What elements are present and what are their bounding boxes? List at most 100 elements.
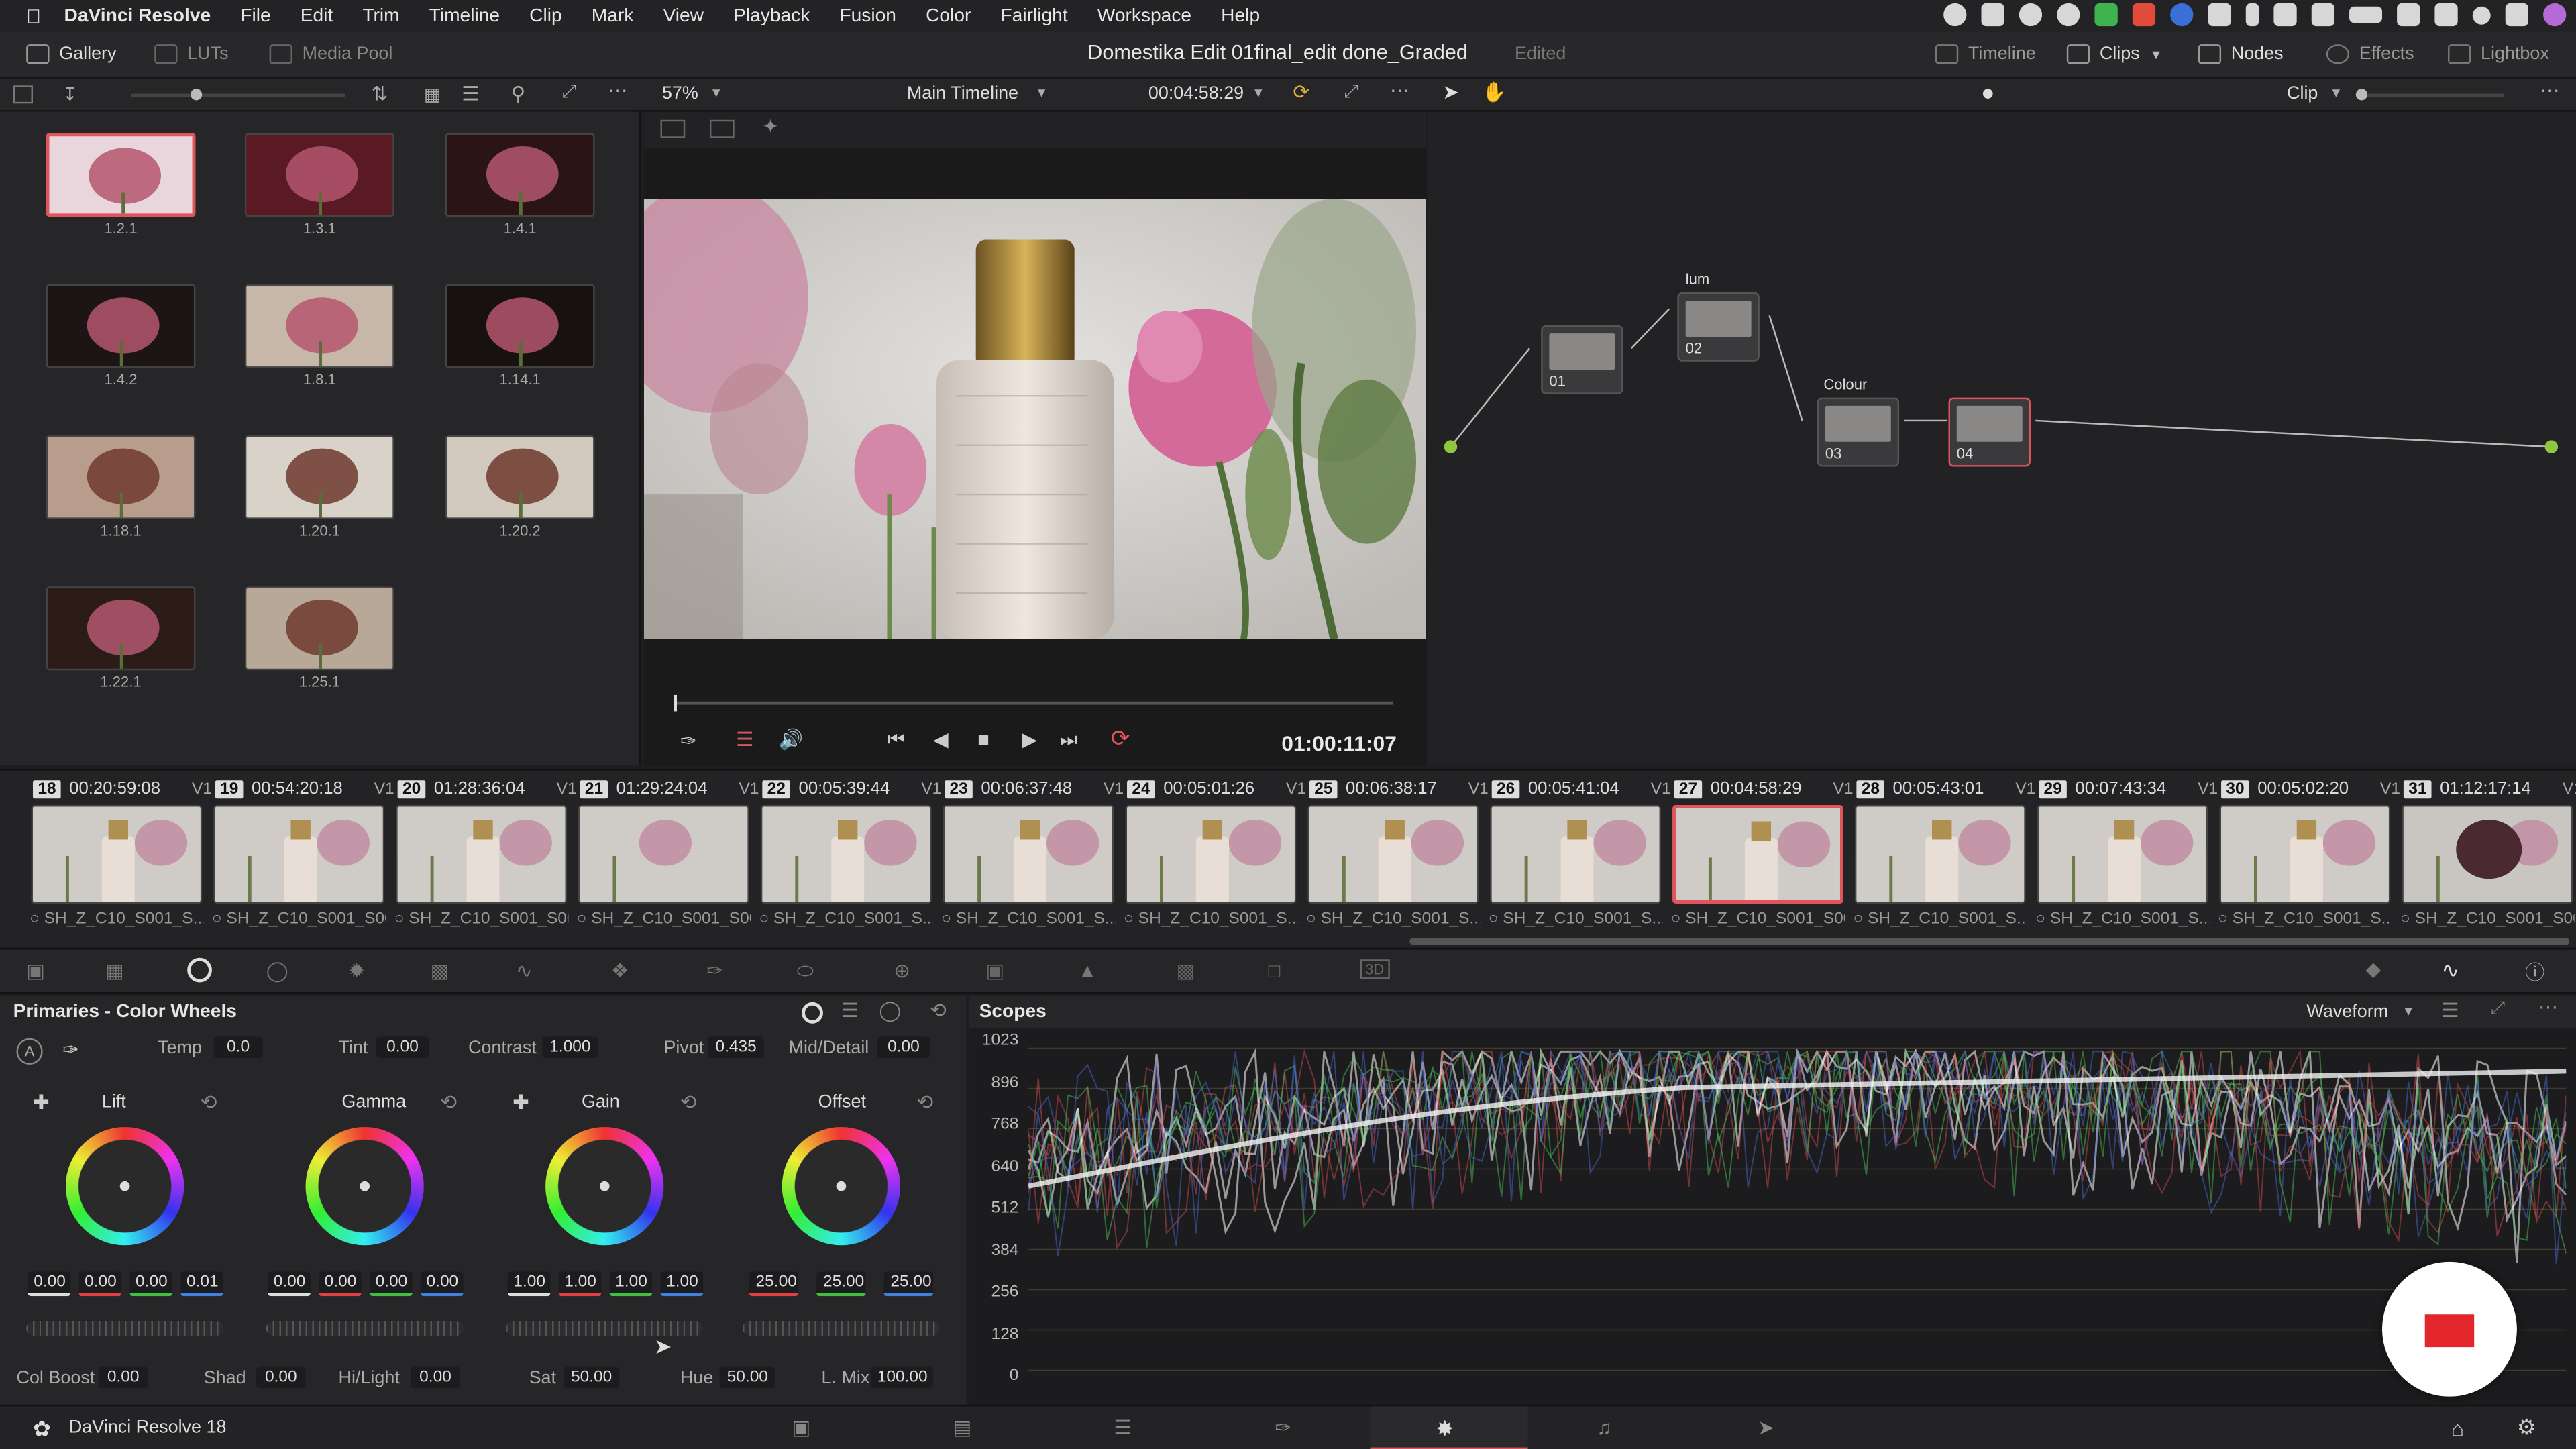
wheel-reset-icon[interactable]: ⟲ <box>201 1091 217 1114</box>
app-d-icon[interactable] <box>2094 3 2118 27</box>
wheel-value-field[interactable]: 1.00 <box>557 1271 601 1297</box>
middetail-field[interactable]: 0.00 <box>877 1036 930 1059</box>
gallery-still[interactable] <box>46 435 196 519</box>
node-zoom-knob[interactable] <box>2355 89 2368 101</box>
search-gallery-icon[interactable]: ⚲ <box>511 82 526 105</box>
deliver-page-icon[interactable]: ➤ <box>1758 1416 1774 1439</box>
wheel-value-field[interactable]: 0.00 <box>368 1271 412 1297</box>
color-wheel[interactable] <box>65 1127 184 1246</box>
gallery-still[interactable] <box>445 133 595 217</box>
window-icon[interactable]: ⬭ <box>797 959 814 984</box>
viewer-more-icon[interactable]: ⋯ <box>1390 79 1409 102</box>
luts-button[interactable]: LUTs <box>154 44 229 64</box>
keyframes-icon[interactable]: ◆ <box>2366 958 2381 981</box>
more-options-icon[interactable]: ⋯ <box>608 79 627 102</box>
timeline-clip[interactable]: 28 00:05:43:01 V1 ○ SH_Z_C10_S001_S... <box>1843 771 2035 935</box>
media-pool-button[interactable]: Media Pool <box>269 44 392 64</box>
color-warper-icon[interactable]: ❖ <box>611 959 629 982</box>
step-back-icon[interactable]: ◀ <box>933 728 949 751</box>
gallery-still[interactable] <box>445 435 595 519</box>
node-02[interactable]: 02 <box>1677 292 1760 362</box>
shad-field[interactable]: 0.00 <box>256 1366 306 1389</box>
timeline-scrollbar[interactable] <box>1409 938 2570 945</box>
menu-fusion[interactable]: Fusion <box>839 6 896 25</box>
hilight-field[interactable]: 0.00 <box>411 1366 460 1389</box>
eyedropper-icon[interactable]: ✑ <box>680 729 697 752</box>
node-zoom-slider[interactable] <box>2355 89 2504 101</box>
gallery-still[interactable] <box>445 284 595 368</box>
download-icon[interactable]: ↧ <box>62 84 78 105</box>
scope-more-icon[interactable]: ⋯ <box>2538 996 2558 1018</box>
wheel-value-field[interactable]: 0.00 <box>419 1271 463 1297</box>
motion-effects-icon[interactable]: ▩ <box>431 959 449 982</box>
rgb-mixer-icon[interactable]: ✹ <box>348 959 365 982</box>
hue-field[interactable]: 50.00 <box>719 1366 775 1389</box>
wheel-center-dot[interactable] <box>599 1181 610 1191</box>
blur-icon[interactable]: ▲ <box>1078 959 1097 982</box>
qualifier-icon[interactable]: ✑ <box>706 959 723 982</box>
layers-icon[interactable]: ☰ <box>736 728 753 751</box>
zoom-level[interactable]: 57% <box>662 84 698 103</box>
gallery-still[interactable] <box>244 133 394 217</box>
scope-chevron-icon[interactable]: ▼ <box>2402 1004 2414 1018</box>
thumbnail-size-slider[interactable] <box>131 89 345 101</box>
colboost-field[interactable]: 0.00 <box>98 1366 148 1389</box>
magic-mask-icon[interactable]: ▣ <box>985 959 1004 982</box>
control-center-icon[interactable] <box>2505 3 2529 27</box>
sat-field[interactable]: 50.00 <box>564 1366 620 1389</box>
log-mode-icon[interactable]: ◯ <box>879 999 901 1022</box>
menu-clip[interactable]: Clip <box>529 6 562 25</box>
tint-field[interactable]: 0.00 <box>376 1036 429 1059</box>
window-icon[interactable] <box>2273 3 2297 27</box>
wheel-value-field[interactable]: 25.00 <box>749 1271 799 1297</box>
timeline-clip[interactable]: 23 00:06:37:48 V1 ○ SH_Z_C10_S001_S... <box>932 771 1124 935</box>
dropbox-icon[interactable] <box>2132 3 2156 27</box>
go-to-start-icon[interactable]: ⏮ <box>887 728 904 753</box>
wheel-reset-icon[interactable]: ⟲ <box>917 1091 934 1114</box>
wheel-reset-icon[interactable]: ⟲ <box>440 1091 457 1114</box>
gallery-still[interactable] <box>46 284 196 368</box>
cut-page-icon[interactable]: ▤ <box>953 1416 971 1439</box>
hdr-wheels-icon[interactable]: ◯ <box>266 959 288 982</box>
stop-icon[interactable]: ■ <box>977 728 989 751</box>
timeline-clip[interactable]: 29 00:07:43:34 V1 ○ SH_Z_C10_S001_S... <box>2026 771 2218 935</box>
pivot-field[interactable]: 0.435 <box>708 1036 764 1059</box>
circle-blue-icon[interactable] <box>2170 3 2194 27</box>
wheel-center-dot[interactable] <box>836 1181 847 1191</box>
sort-icon[interactable]: ⇅ <box>371 82 388 105</box>
timeline-clip[interactable]: 31 01:12:17:14 V1 ○ SH_Z_C10_S001_S00... <box>2390 771 2576 935</box>
lmix-field[interactable]: 100.00 <box>870 1366 934 1389</box>
audio-icon[interactable]: 🔊 <box>779 728 804 751</box>
timeline-toggle-button[interactable]: Timeline <box>1935 44 2036 64</box>
wheels-mode-icon[interactable] <box>802 1002 823 1024</box>
cc-icon[interactable] <box>2019 3 2043 27</box>
menu-workspace[interactable]: Workspace <box>1097 6 1191 25</box>
apple-icon[interactable]:  <box>26 4 41 27</box>
wheel-value-field[interactable]: 1.00 <box>506 1271 550 1297</box>
playhead[interactable] <box>674 694 677 712</box>
timeline-clip[interactable]: 2700:04:58:29V1○ SH_Z_C10_S001_S00... <box>1661 771 1854 935</box>
nodes-more-icon[interactable]: ⋯ <box>2540 79 2559 102</box>
timeline-clip[interactable]: 1900:54:20:18V1○ SH_Z_C10_S001_S00... <box>202 771 394 935</box>
gallery-still[interactable] <box>244 284 394 368</box>
wheel-master-slider[interactable] <box>506 1320 704 1336</box>
scope-expand-icon[interactable]: ⤢ <box>2491 999 2506 1020</box>
wheel-value-field[interactable]: 0.01 <box>180 1271 223 1297</box>
page-dot-icon[interactable] <box>1982 89 1993 99</box>
color-wheel[interactable] <box>305 1127 424 1246</box>
wheel-master-slider[interactable] <box>742 1320 940 1336</box>
timeline-clip[interactable]: 18 00:20:59:08 V1 ○ SH_Z_C10_S001_S... <box>19 771 212 935</box>
siri-icon[interactable] <box>2543 3 2567 27</box>
node-04[interactable]: 04 <box>1948 397 2031 467</box>
menu-help[interactable]: Help <box>1221 6 1260 25</box>
pointer-tool-icon[interactable]: ➤ <box>1442 80 1459 103</box>
battery-icon[interactable] <box>2349 6 2383 23</box>
menu-edit[interactable]: Edit <box>301 6 333 25</box>
wheel-center-dot[interactable] <box>119 1181 130 1191</box>
timeline-clip[interactable]: 2001:28:36:04V1○ SH_Z_C10_S001_S00... <box>384 771 577 935</box>
wheel-value-field[interactable]: 0.00 <box>27 1271 70 1297</box>
zoom-chevron-icon[interactable]: ▼ <box>710 85 722 100</box>
volume-icon[interactable] <box>2311 3 2335 27</box>
menu-view[interactable]: View <box>663 6 704 25</box>
loop-icon[interactable]: ⟳ <box>1111 724 1130 753</box>
